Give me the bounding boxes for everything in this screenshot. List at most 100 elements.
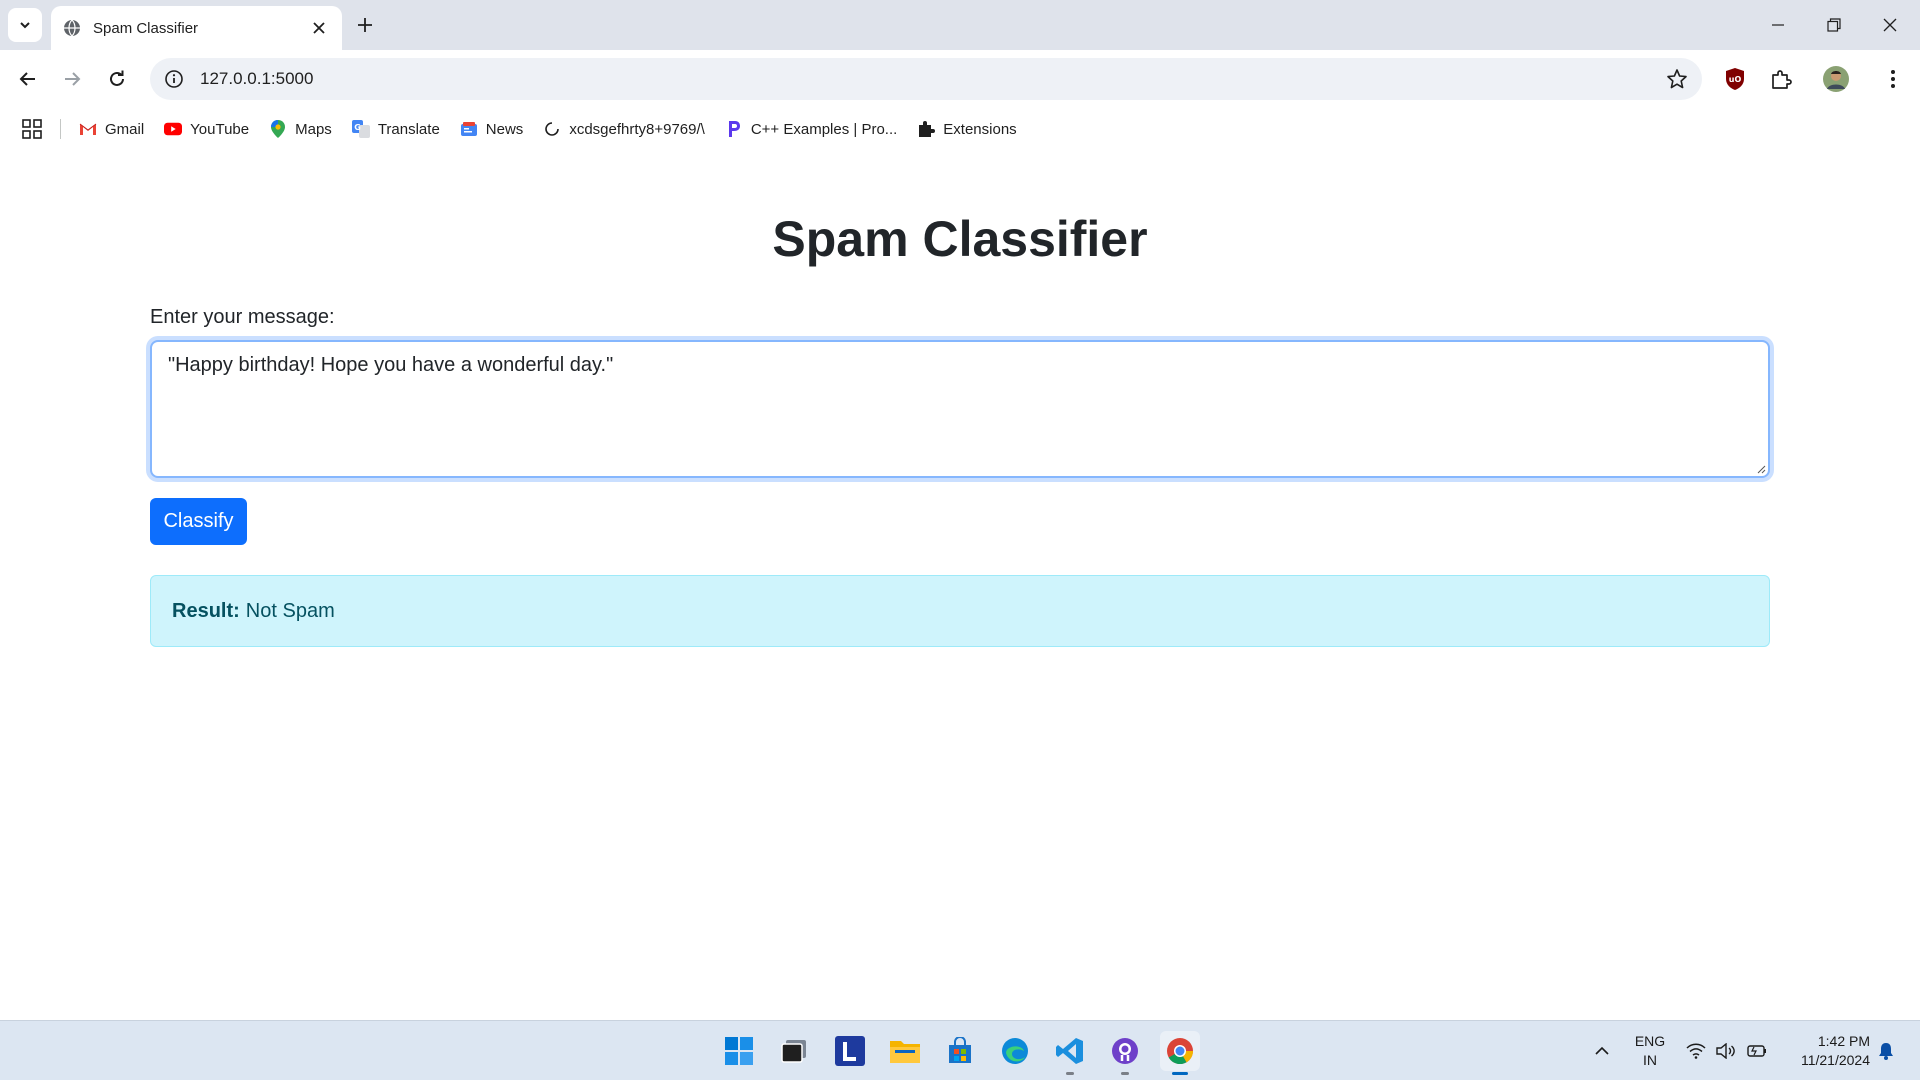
- active-indicator: [1172, 1072, 1188, 1075]
- taskbar-github-desktop[interactable]: [1105, 1031, 1145, 1075]
- bookmark-label: Maps: [295, 120, 332, 138]
- browser-toolbar: 127.0.0.1:5000 uO: [0, 50, 1920, 108]
- minimize-button[interactable]: [1750, 0, 1806, 50]
- bookmark-news[interactable]: News: [460, 120, 524, 138]
- language-code: ENG: [1634, 1033, 1666, 1049]
- bookmark-label: Extensions: [943, 120, 1017, 138]
- bookmark-cpp-examples[interactable]: C++ Examples | Pro...: [725, 120, 897, 138]
- page-title: Spam Classifier: [772, 211, 1148, 267]
- result-alert: Result: Not Spam: [150, 575, 1770, 647]
- close-window-button[interactable]: [1862, 0, 1918, 50]
- clock-time: 1:42 PM: [1817, 1033, 1870, 1049]
- new-tab-button[interactable]: [350, 10, 380, 40]
- l-app-icon: [835, 1036, 865, 1066]
- vscode-icon: [1056, 1038, 1083, 1064]
- taskbar-file-explorer[interactable]: [885, 1031, 925, 1071]
- language-indicator[interactable]: ENG IN: [1628, 1032, 1672, 1070]
- resize-handle-icon[interactable]: [1756, 464, 1766, 474]
- notification-bell-icon[interactable]: [1874, 1021, 1898, 1081]
- puzzle-icon: [917, 120, 936, 138]
- site-info-icon[interactable]: [164, 69, 184, 89]
- message-label: Enter your message:: [150, 306, 335, 328]
- bookmark-label: YouTube: [190, 120, 250, 138]
- bookmark-label: Gmail: [105, 120, 145, 138]
- arrow-left-icon: [19, 72, 35, 86]
- chevron-up-icon: [1595, 1046, 1609, 1055]
- github-desktop-icon: [1112, 1038, 1138, 1064]
- translate-icon: G: [351, 120, 370, 138]
- restore-button[interactable]: [1806, 0, 1862, 50]
- result-value: Not Spam: [245, 599, 335, 622]
- bookmark-label: xcdsgefhrty8+9769/\: [569, 120, 705, 138]
- edge-icon: [1002, 1038, 1028, 1064]
- reload-icon: [110, 70, 124, 86]
- apps-grid-icon[interactable]: [20, 117, 44, 141]
- folder-icon: [890, 1041, 920, 1063]
- restore-icon: [1827, 18, 1841, 32]
- close-tab-icon[interactable]: [308, 17, 330, 39]
- region-code: IN: [1643, 1052, 1657, 1068]
- extensions-puzzle-icon[interactable]: [1763, 61, 1799, 97]
- bookmark-gmail[interactable]: Gmail: [79, 120, 144, 138]
- bookmarks-bar: Gmail YouTube Maps G Translate News xcds…: [0, 108, 1920, 150]
- programiz-icon: [725, 120, 743, 138]
- forward-button[interactable]: [54, 61, 90, 97]
- bookmark-star-icon[interactable]: [1666, 68, 1688, 90]
- message-textarea[interactable]: [150, 340, 1770, 478]
- wifi-icon[interactable]: [1684, 1021, 1708, 1081]
- bookmark-maps[interactable]: Maps: [269, 120, 332, 138]
- page-content: Spam Classifier Enter your message: Clas…: [0, 150, 1920, 1020]
- address-bar[interactable]: 127.0.0.1:5000: [150, 58, 1702, 100]
- bookmark-extensions[interactable]: Extensions: [917, 120, 1017, 138]
- youtube-icon: [164, 120, 183, 138]
- bookmarks-separator: [60, 119, 61, 139]
- bookmark-label: Translate: [377, 120, 440, 138]
- classify-button[interactable]: Classify: [150, 498, 247, 545]
- plus-icon: [358, 18, 372, 32]
- bookmark-xcdsgefhrty[interactable]: xcdsgefhrty8+9769/\: [543, 120, 705, 138]
- windows-taskbar: ENG IN 1:42 PM 11/21/2024: [0, 1020, 1920, 1080]
- profile-avatar[interactable]: [1818, 61, 1854, 97]
- taskbar-edge[interactable]: [995, 1031, 1035, 1071]
- start-button[interactable]: [719, 1031, 759, 1071]
- bookmark-label: C++ Examples | Pro...: [750, 120, 898, 138]
- tab-search-button[interactable]: [8, 8, 42, 42]
- tab-strip: Spam Classifier: [0, 0, 1920, 50]
- gmail-icon: [79, 120, 97, 138]
- task-view-button[interactable]: [774, 1031, 814, 1071]
- maps-icon: [269, 120, 287, 138]
- chevron-down-icon: [20, 22, 30, 29]
- bookmark-translate[interactable]: G Translate: [351, 120, 440, 138]
- running-indicator: [1121, 1072, 1129, 1075]
- taskbar-app-l[interactable]: [830, 1031, 870, 1071]
- volume-icon[interactable]: [1714, 1021, 1738, 1081]
- taskbar-chrome[interactable]: [1160, 1031, 1200, 1075]
- svg-text:G: G: [354, 123, 361, 132]
- task-view-icon: [781, 1040, 806, 1063]
- arrow-right-icon: [65, 72, 81, 86]
- ublock-extension-icon[interactable]: uO: [1717, 61, 1753, 97]
- svg-text:uO: uO: [1729, 75, 1742, 84]
- battery-icon[interactable]: [1744, 1021, 1768, 1081]
- news-icon: [460, 120, 478, 138]
- chrome-menu-icon[interactable]: [1875, 61, 1911, 97]
- taskbar-vscode[interactable]: [1050, 1031, 1090, 1075]
- back-button[interactable]: [10, 61, 46, 97]
- chrome-icon: [1167, 1038, 1194, 1065]
- windows-logo-icon: [725, 1037, 753, 1065]
- tab-title: Spam Classifier: [93, 19, 199, 37]
- show-hidden-icons-button[interactable]: [1588, 1021, 1616, 1081]
- close-icon: [1883, 18, 1897, 32]
- running-indicator: [1066, 1072, 1074, 1075]
- reload-button[interactable]: [99, 61, 135, 97]
- result-label: Result:: [172, 599, 240, 622]
- taskbar-microsoft-store[interactable]: [940, 1031, 980, 1071]
- tab-spam-classifier[interactable]: Spam Classifier: [51, 6, 342, 50]
- clock[interactable]: 1:42 PM 11/21/2024: [1780, 1032, 1870, 1070]
- bookmark-label: News: [485, 120, 524, 138]
- url-text[interactable]: 127.0.0.1:5000: [200, 69, 1666, 89]
- store-icon: [949, 1037, 971, 1063]
- bookmark-youtube[interactable]: YouTube: [164, 120, 249, 138]
- minimize-icon: [1772, 24, 1784, 26]
- loading-icon: [543, 120, 561, 138]
